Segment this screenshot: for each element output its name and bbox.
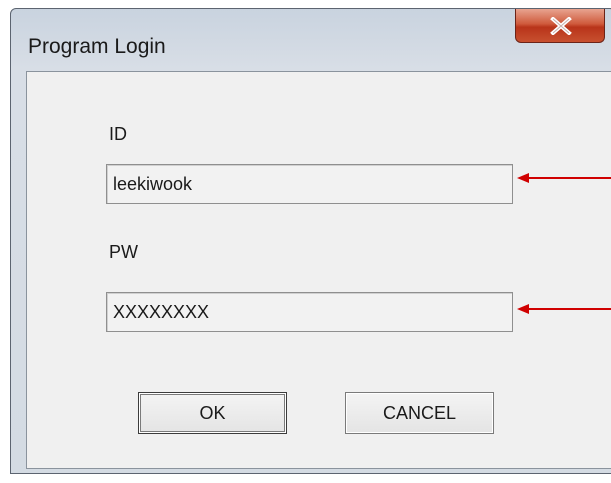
dialog-client-area: ID PW OK CANCEL [26,71,611,469]
close-button[interactable] [515,9,605,43]
pw-input[interactable] [106,292,513,332]
id-input[interactable] [106,164,513,204]
cancel-button[interactable]: CANCEL [345,392,494,434]
login-dialog: Program Login ID PW OK CANCEL [10,8,611,474]
title-bar[interactable]: Program Login [11,9,611,71]
pw-label: PW [109,242,138,262]
id-label: ID [109,124,127,144]
ok-button[interactable]: OK [138,392,287,434]
screenshot-stage: Program Login ID PW OK CANCEL [0,0,611,483]
pw-annotation-arrow [517,304,611,314]
dialog-title: Program Login [28,35,166,58]
id-annotation-arrow [517,173,611,183]
close-icon [550,17,572,35]
